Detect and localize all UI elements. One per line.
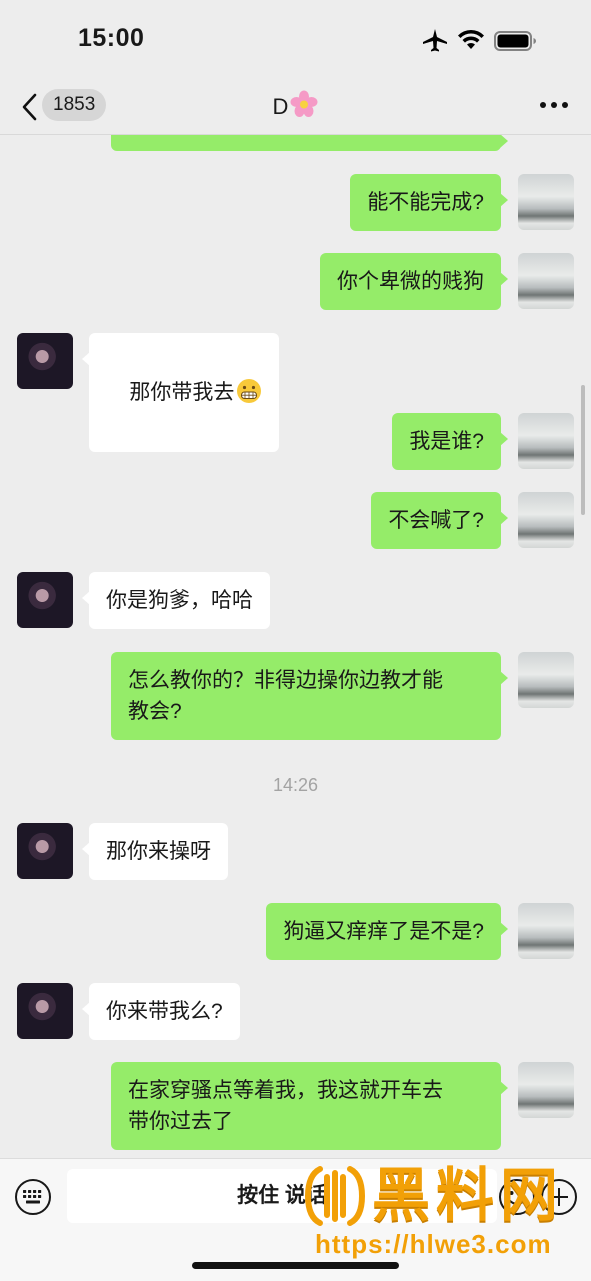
- message-list[interactable]: 能不能完成? 你个卑微的贱狗 那你带我去 我是谁? 不会喊了? 你是狗爹，哈哈 …: [0, 135, 591, 1158]
- message-bubble-theirs[interactable]: 那你带我去: [81, 333, 280, 452]
- keyboard-icon[interactable]: [14, 1178, 52, 1216]
- message-bubble-partial[interactable]: [111, 135, 508, 151]
- contact-avatar[interactable]: [17, 333, 73, 389]
- message-bubble-mine[interactable]: 我是谁?: [392, 413, 508, 470]
- contact-avatar[interactable]: [17, 572, 73, 628]
- battery-icon: [494, 31, 536, 51]
- message-bubble-mine[interactable]: 狗逼又痒痒了是不是?: [266, 903, 508, 960]
- my-avatar[interactable]: [518, 413, 574, 469]
- status-time: 15:00: [78, 24, 145, 52]
- chat-header: 1853 D: [0, 80, 591, 135]
- my-avatar[interactable]: [518, 652, 574, 708]
- watermark-url: https://hlwe3.com: [315, 1229, 552, 1259]
- grimace-emoji-icon: [237, 379, 262, 403]
- contact-avatar[interactable]: [17, 823, 73, 879]
- home-indicator[interactable]: [192, 1262, 399, 1269]
- watermark-logo: [304, 1166, 366, 1226]
- my-avatar[interactable]: [518, 174, 574, 230]
- watermark-brand: 黑料网: [372, 1163, 565, 1228]
- chat-timestamp: 14:26: [272, 775, 319, 795]
- contact-name: D: [272, 94, 289, 119]
- message-bubble-mine[interactable]: 你个卑微的贱狗: [320, 253, 508, 310]
- status-bar: 15:00: [0, 0, 591, 80]
- message-bubble-theirs[interactable]: 你是狗爹，哈哈: [82, 572, 270, 629]
- contact-title[interactable]: D: [0, 90, 591, 122]
- message-bubble-mine[interactable]: 不会喊了?: [371, 492, 508, 549]
- more-dots-icon[interactable]: [539, 100, 569, 110]
- flower-icon: [290, 90, 318, 117]
- airplane-icon: [423, 29, 447, 52]
- my-avatar[interactable]: [518, 492, 574, 548]
- message-bubble-mine[interactable]: 怎么教你的？非得边操你边教才能 教会?: [111, 652, 508, 740]
- wifi-icon: [458, 29, 484, 49]
- scrollbar[interactable]: [581, 385, 585, 515]
- my-avatar[interactable]: [518, 1062, 574, 1118]
- contact-avatar[interactable]: [17, 983, 73, 1039]
- message-text: 那你带我去: [129, 381, 235, 404]
- message-bubble-theirs[interactable]: 那你来操呀: [82, 823, 228, 880]
- message-bubble-mine[interactable]: 在家穿骚点等着我，我这就开车去 带你过去了: [111, 1062, 508, 1150]
- my-avatar[interactable]: [518, 253, 574, 309]
- my-avatar[interactable]: [518, 903, 574, 959]
- message-bubble-theirs[interactable]: 你来带我么?: [82, 983, 240, 1040]
- message-bubble-mine[interactable]: 能不能完成?: [350, 174, 508, 231]
